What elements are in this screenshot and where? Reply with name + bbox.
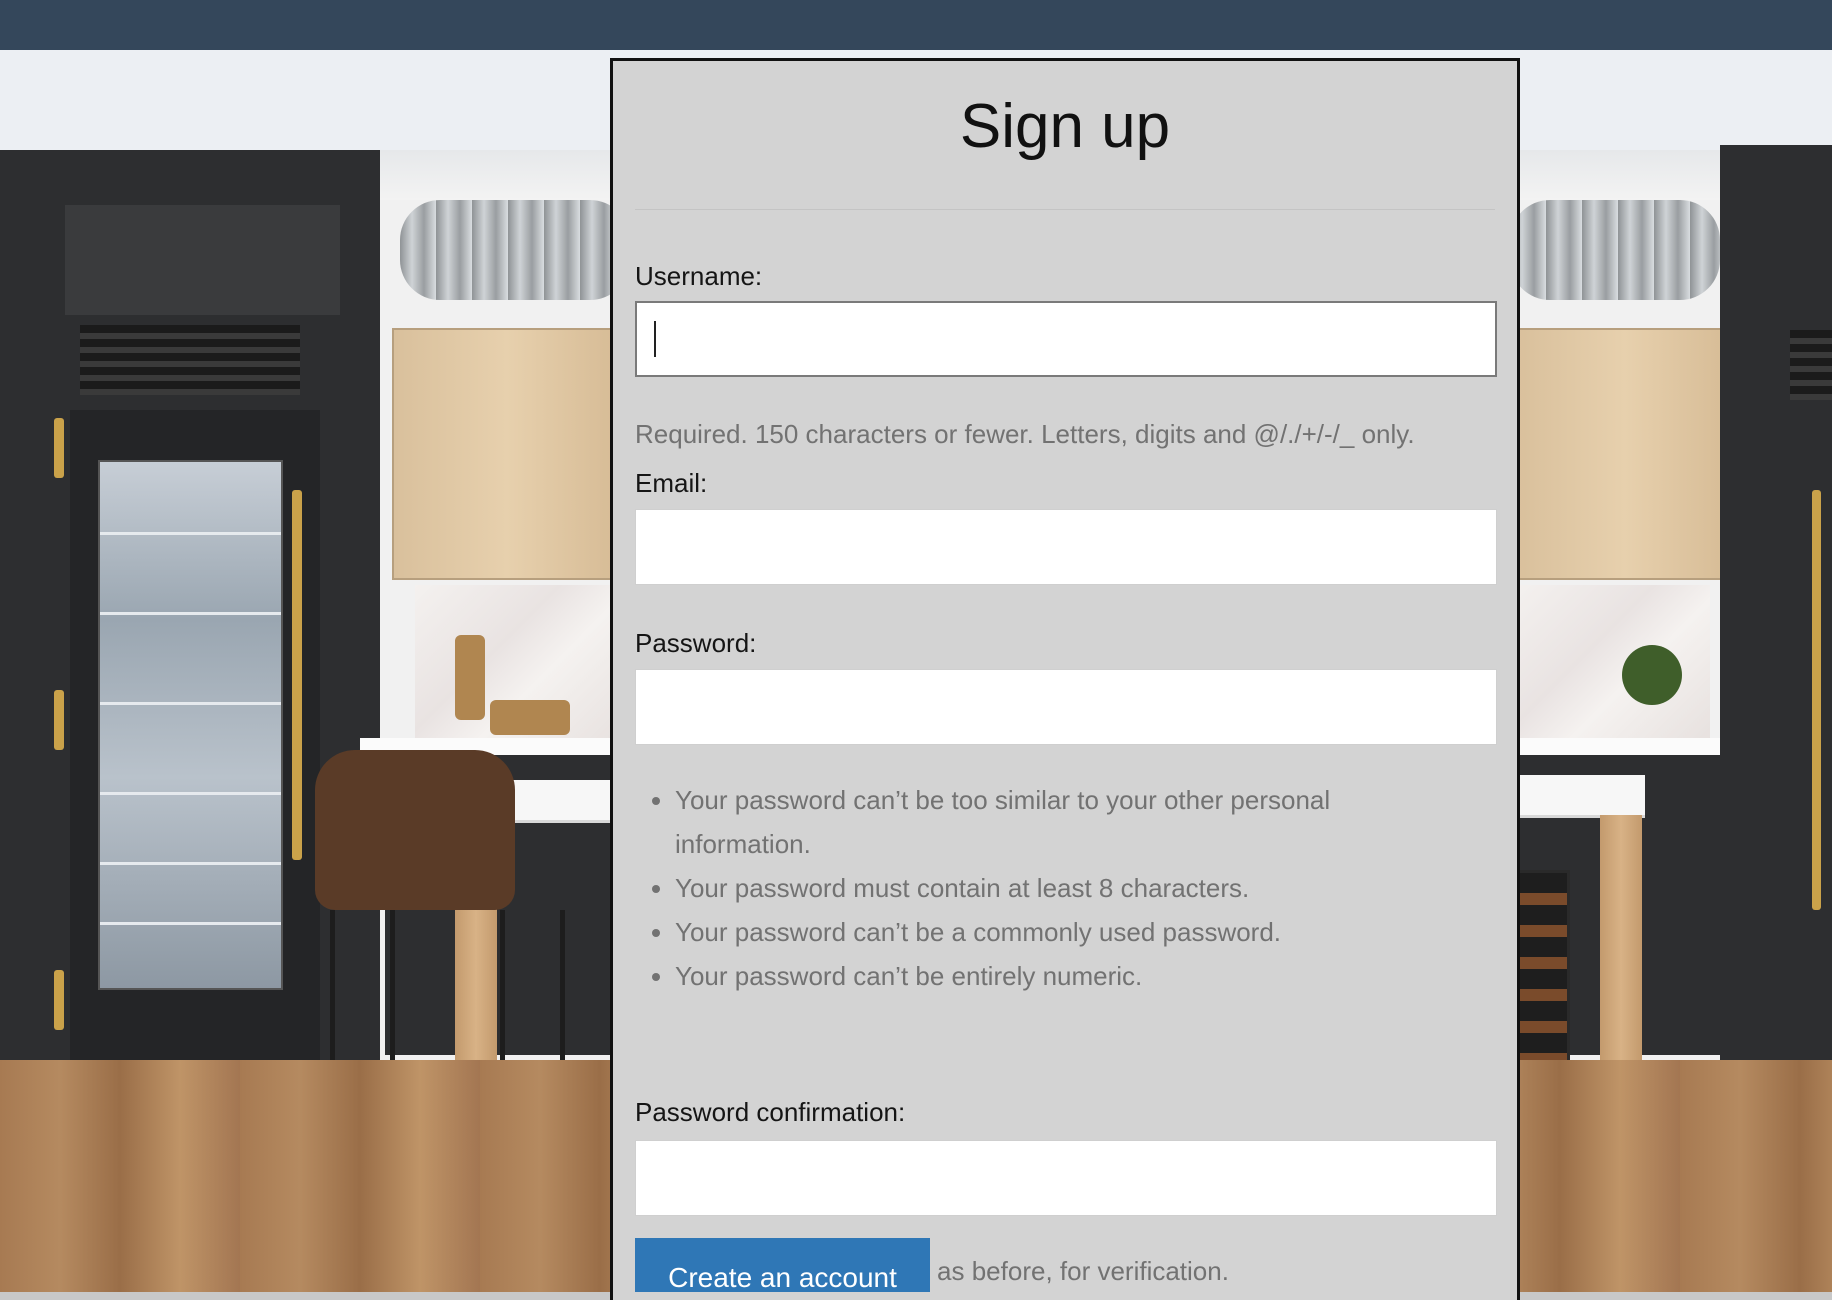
password-confirmation-field[interactable] <box>635 1140 1497 1216</box>
signup-modal: Sign up Username: Required. 150 characte… <box>610 58 1520 1300</box>
page: Sign up Username: Required. 150 characte… <box>0 0 1832 1300</box>
text-cursor <box>654 321 656 357</box>
title-divider <box>635 209 1495 210</box>
password-rules-list: Your password can’t be too similar to yo… <box>635 778 1435 998</box>
password-rule: Your password can’t be a commonly used p… <box>675 910 1435 954</box>
page-title: Sign up <box>959 92 1171 161</box>
password-label: Password: <box>635 628 757 658</box>
username-input[interactable] <box>635 301 1497 377</box>
password-rule: Your password must contain at least 8 ch… <box>675 866 1435 910</box>
username-label: Username: <box>635 261 763 291</box>
username-help-text: Required. 150 characters or fewer. Lette… <box>635 419 1415 449</box>
password-rule: Your password can’t be entirely numeric. <box>675 954 1435 998</box>
email-label: Email: <box>635 468 708 498</box>
create-account-button[interactable]: Create an account <box>635 1238 930 1292</box>
password-confirmation-label: Password confirmation: <box>635 1097 906 1127</box>
password-rule: Your password can’t be too similar to yo… <box>675 778 1435 866</box>
password-field[interactable] <box>635 669 1497 745</box>
email-field[interactable] <box>635 509 1497 585</box>
top-navigation-bar <box>0 0 1832 50</box>
